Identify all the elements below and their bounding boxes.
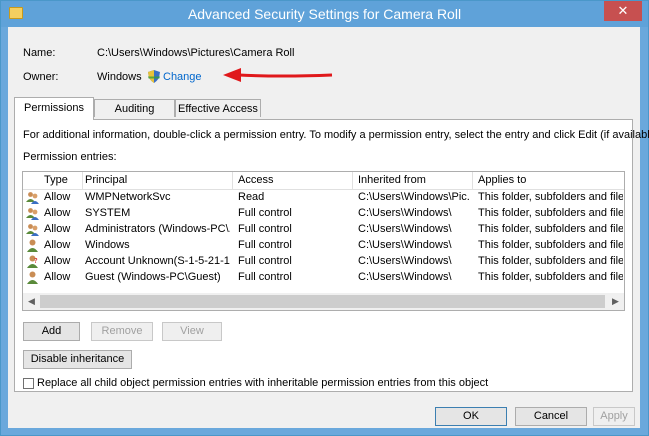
info-text: For additional information, double-click…: [23, 129, 649, 141]
cell-type: Allow: [44, 271, 71, 283]
cell-principal: Administrators (Windows-PC\...: [85, 223, 230, 235]
add-button[interactable]: Add: [23, 322, 80, 341]
cell-applies-to: This folder, subfolders and files: [478, 191, 623, 203]
cell-inherited-from: C:\Users\Windows\: [358, 223, 452, 235]
cell-applies-to: This folder, subfolders and files: [478, 223, 623, 235]
table-row[interactable]: Allow Guest (Windows-PC\Guest) Full cont…: [23, 270, 624, 286]
title-bar[interactable]: Advanced Security Settings for Camera Ro…: [1, 1, 648, 27]
cell-inherited-from: C:\Users\Windows\: [358, 239, 452, 251]
svg-text:?: ?: [34, 257, 38, 265]
permission-entries-label: Permission entries:: [23, 151, 117, 163]
cell-principal: Windows: [85, 239, 130, 251]
table-row[interactable]: Allow WMPNetworkSvc Read C:\Users\Window…: [23, 190, 624, 206]
dialog-window: Advanced Security Settings for Camera Ro…: [0, 0, 649, 436]
table-row[interactable]: ? Allow Account Unknown(S-1-5-21-1... Fu…: [23, 254, 624, 270]
owner-value: Windows: [97, 71, 142, 83]
ok-button[interactable]: OK: [435, 407, 507, 426]
tab-auditing[interactable]: Auditing: [94, 99, 175, 117]
uac-shield-icon: [148, 70, 160, 83]
cell-applies-to: This folder, subfolders and files: [478, 239, 623, 251]
tab-permissions[interactable]: Permissions: [14, 97, 94, 120]
service-icon: [26, 192, 39, 204]
cell-access: Read: [238, 191, 265, 203]
cell-principal: SYSTEM: [85, 207, 131, 219]
remove-button[interactable]: Remove: [91, 322, 153, 341]
column-header-applies-to[interactable]: Applies to: [478, 174, 526, 186]
cell-applies-to: This folder, subfolders and files: [478, 255, 623, 267]
cell-access: Full control: [238, 255, 292, 267]
cell-inherited-from: C:\Users\Windows\: [358, 207, 452, 219]
group-icon: [26, 224, 39, 236]
scrollbar-thumb[interactable]: [40, 295, 605, 308]
user-icon: [27, 239, 38, 252]
table-row[interactable]: Allow SYSTEM Full control C:\Users\Windo…: [23, 206, 624, 222]
disable-inheritance-button[interactable]: Disable inheritance: [23, 350, 132, 369]
cell-access: Full control: [238, 207, 292, 219]
apply-button[interactable]: Apply: [593, 407, 635, 426]
cell-type: Allow: [44, 223, 71, 235]
close-button[interactable]: ✕: [604, 1, 642, 21]
replace-child-permissions-label[interactable]: Replace all child object permission entr…: [37, 377, 488, 389]
cell-access: Full control: [238, 223, 292, 235]
view-button[interactable]: View: [162, 322, 222, 341]
horizontal-scrollbar[interactable]: ◀ ▶: [23, 293, 624, 310]
cell-type: Allow: [44, 255, 71, 267]
cell-access: Full control: [238, 239, 292, 251]
dialog-footer: OK Cancel Apply: [8, 403, 640, 428]
tab-effective-access[interactable]: Effective Access: [175, 99, 261, 117]
permission-entries-list[interactable]: Type Principal Access Inherited from App…: [22, 171, 625, 311]
cell-applies-to: This folder, subfolders and files: [478, 207, 623, 219]
cell-inherited-from: C:\Users\Windows\: [358, 271, 452, 283]
window-title: Advanced Security Settings for Camera Ro…: [187, 6, 462, 22]
column-header-inherited-from[interactable]: Inherited from: [358, 174, 426, 186]
name-value: C:\Users\Windows\Pictures\Camera Roll: [97, 47, 295, 59]
cell-type: Allow: [44, 207, 71, 219]
table-row[interactable]: Allow Windows Full control C:\Users\Wind…: [23, 238, 624, 254]
column-header-type[interactable]: Type: [44, 174, 68, 186]
cell-type: Allow: [44, 239, 71, 251]
cell-principal: Account Unknown(S-1-5-21-1...: [85, 255, 230, 267]
cell-inherited-from: C:\Users\Windows\Pic...: [358, 191, 470, 203]
group-icon: [26, 208, 39, 220]
cell-type: Allow: [44, 191, 71, 203]
list-header: Type Principal Access Inherited from App…: [23, 172, 624, 190]
column-header-principal[interactable]: Principal: [85, 174, 127, 186]
permissions-panel: For additional information, double-click…: [14, 119, 649, 392]
replace-child-permissions-checkbox[interactable]: [23, 378, 34, 389]
column-header-access[interactable]: Access: [238, 174, 273, 186]
name-label: Name:: [23, 47, 56, 59]
user-icon: [27, 271, 38, 284]
annotation-arrow: [223, 68, 333, 82]
unknown-user-icon: ?: [27, 255, 38, 268]
table-row[interactable]: Allow Administrators (Windows-PC\... Ful…: [23, 222, 624, 238]
cancel-button[interactable]: Cancel: [515, 407, 587, 426]
cell-access: Full control: [238, 271, 292, 283]
scroll-left-arrow-icon[interactable]: ◀: [23, 295, 40, 308]
owner-label: Owner:: [23, 71, 59, 83]
cell-principal: WMPNetworkSvc: [85, 191, 171, 203]
dialog-client-area: Name: C:\Users\Windows\Pictures\Camera R…: [8, 27, 649, 428]
cell-principal: Guest (Windows-PC\Guest): [85, 271, 221, 283]
cell-inherited-from: C:\Users\Windows\: [358, 255, 452, 267]
change-owner-link[interactable]: Change: [163, 71, 202, 83]
scroll-right-arrow-icon[interactable]: ▶: [607, 295, 624, 308]
cell-applies-to: This folder, subfolders and files: [478, 271, 623, 283]
